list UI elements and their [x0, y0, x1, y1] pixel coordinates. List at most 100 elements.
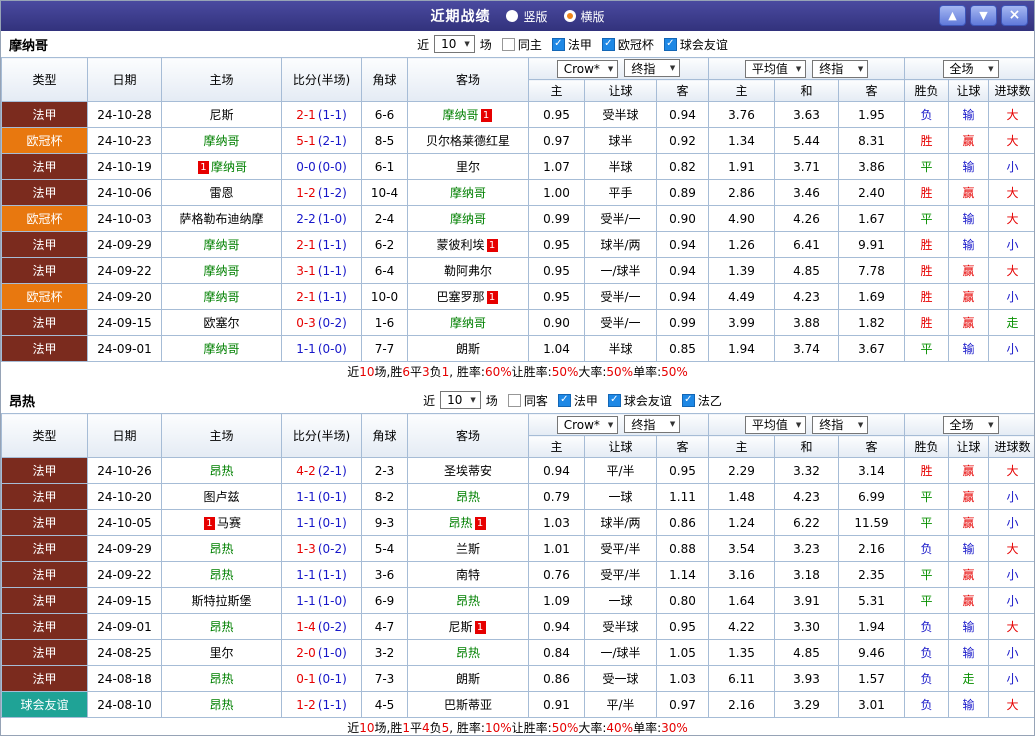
match-row: 法甲 24-10-05 1 马赛 1-1 (0-1) 9-3 昂热 1 1.03 球半/两 0.86 1… [1, 509, 1034, 536]
team-name-text: 欧塞尔 [203, 316, 240, 330]
results-table: 类型 日期 主场 比分(半场) 角球 客场 Crow* ▼ 终指 ▼ 平均值 ▼ 终指 ▼ 全场 ▼ 主让球客主… [1, 413, 1034, 718]
score-cell: 2-0 (1-0) [281, 639, 362, 666]
halftime-score: (0-2) [317, 541, 347, 556]
match-date: 24-09-20 [87, 283, 162, 310]
sub-column-header: 进球数 [988, 435, 1034, 458]
layout-radio-horizontal[interactable]: 横版 [563, 8, 605, 25]
odds-source-header: 全场 ▼ [904, 413, 1034, 436]
odds-value: 1.05 [655, 639, 710, 666]
league-type-cell: 法甲 [1, 457, 88, 484]
filter-checkbox-法乙[interactable]: ✓ 法乙 [681, 392, 722, 409]
odds-value: 0.88 [655, 535, 710, 562]
odds-value: 受平/半 [584, 561, 657, 588]
home-team-cell: 摩纳哥 [161, 257, 282, 284]
filter-checkbox-球会友谊[interactable]: ✓ 球会友谊 [607, 392, 672, 409]
home-team-cell: 昂热 [161, 457, 282, 484]
dropdown-arrow-icon: ▼ [857, 64, 864, 73]
result-value: 小 [988, 153, 1034, 180]
match-row: 欧冠杯 24-09-20 摩纳哥 2-1 (1-1) 10-0 巴塞罗那 1 0.95 受半/一 0… [1, 283, 1034, 310]
odds-source-select[interactable]: 终指 ▼ [624, 59, 681, 78]
filter-checkbox-球会友谊[interactable]: ✓ 球会友谊 [663, 36, 728, 53]
odds-source-select[interactable]: 平均值 ▼ [744, 59, 807, 78]
odds-source-select[interactable]: Crow* ▼ [556, 415, 619, 434]
move-down-button[interactable]: ▼ [970, 5, 997, 26]
match-count-select[interactable]: 10 ▼ [434, 35, 475, 53]
layout-radio-vertical[interactable]: 竖版 [506, 8, 548, 25]
summary-part: 场,胜 [374, 721, 403, 735]
team-name-text: 昂热 [209, 620, 234, 634]
league-type-cell: 欧冠杯 [1, 127, 88, 154]
filter-checkbox-同客[interactable]: 同客 [507, 392, 548, 409]
score-cell: 2-2 (1-0) [281, 205, 362, 232]
sub-column-header: 主 [708, 79, 776, 102]
odds-source-select[interactable]: 终指 ▼ [812, 415, 869, 434]
halftime-score: (2-1) [317, 463, 347, 478]
odds-source-select-value: 全场 [949, 62, 974, 76]
fulltime-score: 1-1 [296, 567, 316, 582]
result-value: 大 [988, 613, 1034, 640]
result-value: 负 [904, 101, 950, 128]
odds-source-select[interactable]: 全场 ▼ [942, 415, 999, 434]
team-name-text: 摩纳哥 [203, 290, 240, 304]
filter-checkbox-法甲[interactable]: ✓ 法甲 [557, 392, 598, 409]
odds-value: 0.76 [528, 561, 585, 588]
odds-source-select[interactable]: 全场 ▼ [942, 59, 999, 78]
odds-value: 一/球半 [584, 639, 657, 666]
odds-source-select[interactable]: Crow* ▼ [556, 59, 619, 78]
odds-value: 一球 [584, 483, 657, 510]
odds-source-header: 全场 ▼ [904, 57, 1034, 80]
column-header: 类型 [1, 57, 88, 102]
corner-count: 2-4 [361, 205, 408, 232]
summary-part: 平 [409, 721, 422, 735]
match-date: 24-08-18 [87, 665, 162, 692]
filter-checkbox-欧冠杯[interactable]: ✓ 欧冠杯 [601, 36, 654, 53]
match-date: 24-10-06 [87, 179, 162, 206]
move-up-button[interactable]: ▲ [939, 5, 966, 26]
result-value: 赢 [948, 257, 990, 284]
match-date: 24-09-15 [87, 587, 162, 614]
match-count-select[interactable]: 10 ▼ [440, 391, 481, 409]
match-row: 法甲 24-10-20 图卢兹 1-1 (0-1) 8-2 昂热 0.79 一球 1.11 1.48… [1, 483, 1034, 510]
result-value: 负 [904, 639, 950, 666]
sub-column-header: 进球数 [988, 79, 1034, 102]
odds-value: 1.95 [838, 101, 906, 128]
odds-value: 2.16 [838, 535, 906, 562]
odds-value: 3.88 [774, 309, 840, 336]
odds-value: 11.59 [838, 509, 906, 536]
odds-source-select[interactable]: 终指 ▼ [624, 415, 681, 434]
odds-value: 3.91 [774, 587, 840, 614]
close-button[interactable]: × [1001, 5, 1028, 26]
team-name-text: 昂热 [209, 568, 234, 582]
match-row: 法甲 24-10-28 尼斯 2-1 (1-1) 6-6 摩纳哥 1 0.95 受半球 0.94 3.… [1, 101, 1034, 128]
score-cell: 3-1 (1-1) [281, 257, 362, 284]
sub-column-header: 让球 [948, 79, 990, 102]
score-cell: 1-1 (0-1) [281, 509, 362, 536]
odds-source-select[interactable]: 终指 ▼ [812, 59, 869, 78]
corner-count: 6-1 [361, 153, 408, 180]
odds-value: 2.40 [838, 179, 906, 206]
odds-value: 2.29 [708, 457, 776, 484]
odds-value: 0.97 [528, 127, 585, 154]
summary-part: 4 [421, 720, 430, 735]
filter-checkbox-同主[interactable]: 同主 [501, 36, 542, 53]
result-value: 大 [988, 127, 1034, 154]
result-value: 赢 [948, 509, 990, 536]
fulltime-score: 1-2 [296, 185, 316, 200]
result-value: 平 [904, 587, 950, 614]
halftime-score: (1-2) [317, 185, 347, 200]
odds-value: 4.90 [708, 205, 776, 232]
odds-value: 1.11 [655, 483, 710, 510]
filter-checkbox-法甲[interactable]: ✓ 法甲 [551, 36, 592, 53]
odds-value: 3.32 [774, 457, 840, 484]
odds-source-select[interactable]: 平均值 ▼ [744, 415, 807, 434]
match-date: 24-10-28 [87, 101, 162, 128]
odds-source-select-value: 终指 [631, 61, 656, 76]
fulltime-score: 2-0 [296, 645, 316, 660]
match-count-select-value: 10 [441, 37, 457, 51]
away-team-cell: 摩纳哥 [407, 179, 529, 206]
fulltime-score: 0-1 [296, 671, 316, 686]
checkbox-checked-icon: ✓ [663, 37, 677, 51]
dropdown-arrow-icon: ▼ [464, 40, 470, 48]
odds-value: 3.54 [708, 535, 776, 562]
odds-value: 4.49 [708, 283, 776, 310]
